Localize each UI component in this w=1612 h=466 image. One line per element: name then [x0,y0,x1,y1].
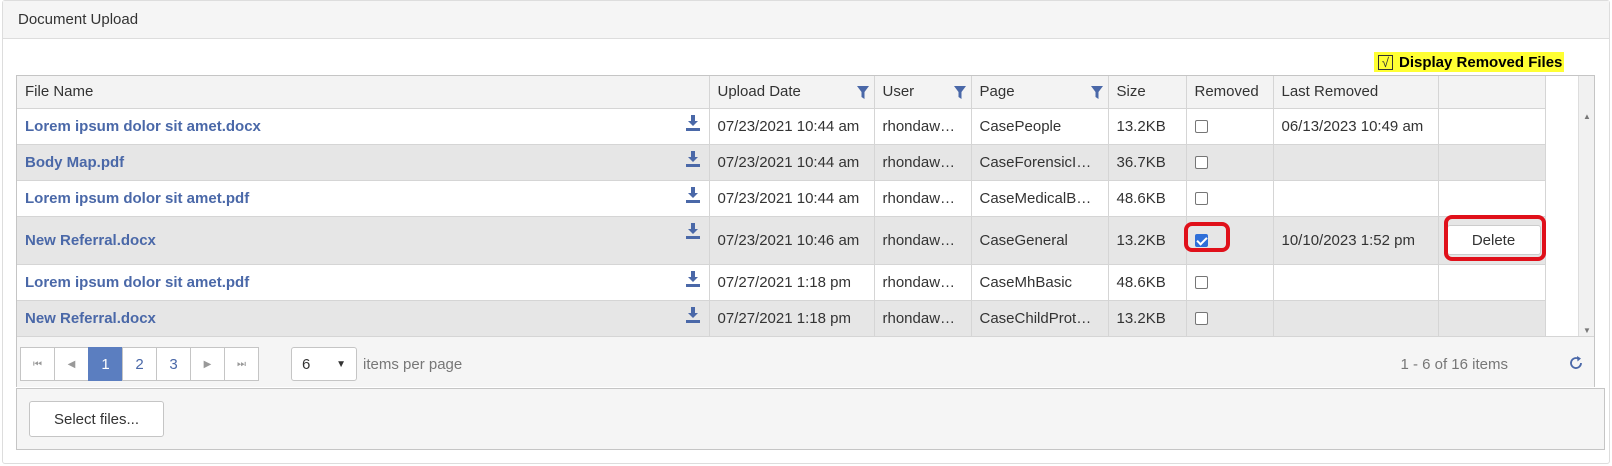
select-files-button[interactable]: Select files... [29,401,164,437]
table-row: Lorem ipsum dolor sit amet.pdf 07/27/202… [17,264,1546,301]
header-row: File Name Upload Date User Page Size Rem… [17,76,1546,109]
pager: ⏮ ◀ 1 2 3 ▶ ⏭ 6 ▼ items per page 1 - 6 o… [17,336,1594,387]
file-link[interactable]: Lorem ipsum dolor sit amet.docx [25,118,261,135]
upload-date-cell: 07/23/2021 10:44 am [709,180,875,217]
last-removed-cell [1273,180,1439,217]
table-row: Lorem ipsum dolor sit amet.pdf 07/23/202… [17,180,1546,217]
annotation-circle [1444,215,1546,261]
download-icon[interactable] [685,150,700,167]
upload-date-cell: 07/27/2021 1:18 pm [709,300,875,337]
prev-page-icon[interactable]: ◀ [54,347,89,381]
page-cell: CaseForensicIn… [971,144,1109,181]
items-per-page-label: items per page [363,356,463,373]
column-header-size[interactable]: Size [1108,76,1187,109]
download-icon[interactable] [685,114,700,131]
upload-date-cell: 07/23/2021 10:46 am [709,216,875,265]
last-removed-cell [1273,300,1439,337]
file-link[interactable]: New Referral.docx [25,232,156,249]
display-removed-checkbox[interactable]: √ [1378,54,1393,70]
download-icon[interactable] [685,222,700,239]
size-cell: 48.6KB [1108,180,1187,217]
download-icon[interactable] [685,306,700,323]
upload-date-cell: 07/23/2021 10:44 am [709,108,875,145]
upload-date-cell: 07/23/2021 10:44 am [709,144,875,181]
removed-checkbox[interactable] [1194,192,1208,206]
column-header-last-removed[interactable]: Last Removed [1273,76,1439,109]
column-header-user[interactable]: User [874,76,972,109]
column-header-actions [1438,76,1546,109]
last-removed-cell [1273,264,1439,301]
size-cell: 13.2KB [1108,216,1187,265]
page-cell: CasePeople [971,108,1109,145]
scroll-up-icon[interactable]: ▲ [1583,112,1591,121]
upload-date-cell: 07/27/2021 1:18 pm [709,264,875,301]
first-page-icon[interactable]: ⏮ [20,347,55,381]
last-removed-cell: 06/13/2023 10:49 am [1273,108,1439,145]
next-page-icon[interactable]: ▶ [190,347,225,381]
display-removed-toggle[interactable]: √ Display Removed Files [1374,52,1565,72]
pager-info: 1 - 6 of 16 items [1400,356,1508,373]
column-header-upload-date[interactable]: Upload Date [709,76,875,109]
user-cell: rhondawu… [874,300,972,337]
page-size-value: 6 [302,355,311,373]
removed-checkbox[interactable] [1194,156,1208,170]
user-cell: rhondawu… [874,144,972,181]
last-removed-cell: 10/10/2023 1:52 pm [1273,216,1439,265]
refresh-icon[interactable] [1568,355,1584,371]
page-cell: CaseGeneral [971,216,1109,265]
panel-title: Document Upload [3,1,1609,39]
upload-area: Select files... [16,388,1605,450]
filter-icon[interactable] [1090,86,1103,99]
user-cell: rhondawu… [874,108,972,145]
page-button-2[interactable]: 2 [122,347,157,381]
page-cell: CaseMhBasic [971,264,1109,301]
page-button-3[interactable]: 3 [156,347,191,381]
file-link[interactable]: Body Map.pdf [25,154,124,171]
download-icon[interactable] [685,186,700,203]
column-header-page[interactable]: Page [971,76,1109,109]
page-button-1[interactable]: 1 [88,347,123,381]
file-link[interactable]: Lorem ipsum dolor sit amet.pdf [25,190,249,207]
vertical-scrollbar[interactable]: ▲ ▼ [1578,76,1594,336]
download-icon[interactable] [685,270,700,287]
user-cell: rhondawu… [874,180,972,217]
page-cell: CaseMedicalBa… [971,180,1109,217]
filter-icon[interactable] [856,86,869,99]
annotation-circle [1184,222,1230,252]
size-cell: 13.2KB [1108,300,1187,337]
table-row: New Referral.docx 07/27/2021 1:18 pm rho… [17,300,1546,337]
scroll-down-icon[interactable]: ▼ [1583,326,1591,335]
page-cell: CaseChildProte… [971,300,1109,337]
removed-checkbox[interactable] [1194,312,1208,326]
caret-down-icon: ▼ [336,358,346,370]
column-header-file-name[interactable]: File Name [17,76,710,109]
file-link[interactable]: New Referral.docx [25,310,156,327]
display-removed-label: Display Removed Files [1399,53,1563,71]
removed-checkbox[interactable] [1194,120,1208,134]
removed-checkbox[interactable] [1194,276,1208,290]
size-cell: 36.7KB [1108,144,1187,181]
pager-buttons: ⏮ ◀ 1 2 3 ▶ ⏭ [20,347,259,381]
file-link[interactable]: Lorem ipsum dolor sit amet.pdf [25,274,249,291]
size-cell: 48.6KB [1108,264,1187,301]
last-page-icon[interactable]: ⏭ [224,347,259,381]
user-cell: rhondawu… [874,216,972,265]
documents-table: File Name Upload Date User Page Size Rem… [17,76,1546,337]
last-removed-cell [1273,144,1439,181]
documents-grid: File Name Upload Date User Page Size Rem… [16,75,1595,387]
table-row: Lorem ipsum dolor sit amet.docx 07/23/20… [17,108,1546,145]
table-row: Body Map.pdf 07/23/2021 10:44 am rhondaw… [17,144,1546,181]
user-cell: rhondawu… [874,264,972,301]
filter-icon[interactable] [953,86,966,99]
size-cell: 13.2KB [1108,108,1187,145]
page-size-select[interactable]: 6 ▼ [291,347,357,381]
table-row: New Referral.docx 07/23/2021 10:46 am rh… [17,216,1546,265]
column-header-removed[interactable]: Removed [1186,76,1274,109]
